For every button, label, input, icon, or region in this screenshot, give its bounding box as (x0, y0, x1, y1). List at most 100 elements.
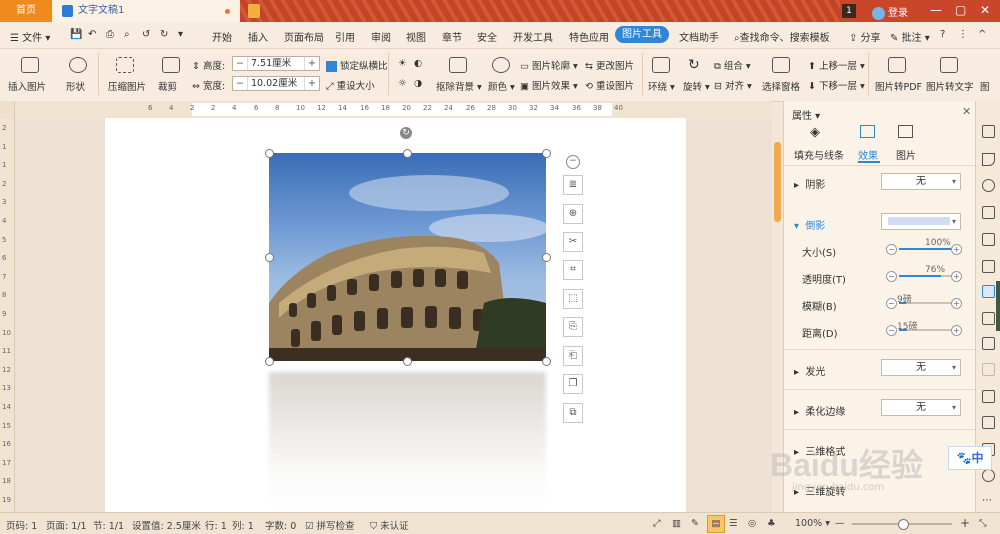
transparency-minus[interactable]: − (886, 271, 897, 282)
table-icon[interactable] (982, 233, 995, 246)
menu-references[interactable]: 引用 (335, 29, 355, 44)
collapse-ribbon-icon[interactable]: ^ (978, 29, 986, 40)
more-side-icon[interactable]: ⋯ (982, 495, 995, 508)
crop-button[interactable]: 裁剪 (158, 79, 177, 93)
rotate-button[interactable]: 旋转 ▾ (683, 79, 710, 93)
align-button[interactable]: ⊟ 对齐 ▾ (714, 78, 752, 92)
resize-handle-top-right[interactable] (542, 149, 551, 158)
compress-button[interactable]: 压缩图片 (108, 79, 146, 93)
picture-outline-button[interactable]: ▭ 图片轮廓 ▾ (520, 58, 578, 72)
page-view-icon[interactable]: ▤ (707, 515, 725, 533)
resize-handle-bottom[interactable] (403, 357, 412, 366)
horizontal-ruler[interactable]: 6 4 2 2 4 6 8 10 12 14 16 18 20 22 24 26 28 30 32 34 36 38 40 (0, 101, 772, 119)
panel-title[interactable]: 属性 ▾ (792, 107, 820, 122)
status-row[interactable]: 行: 1 (205, 518, 227, 532)
rotate-handle-icon[interactable]: ↻ (400, 127, 412, 139)
grid-icon[interactable] (982, 260, 995, 273)
shadow-dropdown[interactable]: 无 (881, 173, 961, 190)
comment-button[interactable]: ✎ 批注 ▾ (890, 29, 930, 44)
auth-status[interactable]: ⛉ 未认证 (370, 518, 409, 532)
status-pages[interactable]: 页面: 1/1 (46, 518, 87, 532)
select-tool-icon[interactable]: ⬚ (563, 289, 583, 309)
menu-view[interactable]: 视图 (406, 29, 426, 44)
minimize-button[interactable]: — (930, 3, 942, 17)
document-icon-side[interactable] (982, 312, 995, 325)
stamp-icon[interactable] (982, 390, 995, 403)
eye-protect-icon[interactable]: ♣ (767, 518, 776, 529)
style-icon[interactable] (982, 125, 995, 138)
soft-edges-section[interactable]: ▸ 柔化边缘 (794, 403, 845, 418)
resize-handle-bottom-left[interactable] (265, 357, 274, 366)
shape-button[interactable]: 形状 (66, 79, 85, 93)
zoom-out-button[interactable]: — (835, 518, 845, 529)
resize-handle-bottom-right[interactable] (542, 357, 551, 366)
crop-tool-icon[interactable]: ⌗ (563, 260, 583, 280)
change-picture-button[interactable]: ⇆ 更改图片 (585, 58, 634, 72)
spell-check-button[interactable]: ☑ 拼写检查 (305, 518, 355, 532)
tab-effect[interactable]: 效果 (858, 147, 878, 162)
picture-text-tool-icon[interactable]: ⎘ (563, 317, 583, 337)
status-section[interactable]: 节: 1/1 (93, 518, 124, 532)
preview-icon[interactable]: ⌕ (124, 29, 130, 40)
menu-review[interactable]: 审阅 (371, 29, 391, 44)
tab-document[interactable]: 文字文稿1 (52, 0, 240, 22)
colosseum-picture[interactable] (269, 153, 546, 361)
tab-home[interactable]: 首页 (0, 0, 52, 22)
soft-edges-dropdown[interactable]: 无 (881, 399, 961, 416)
glow-dropdown[interactable]: 无 (881, 359, 961, 376)
status-words[interactable]: 字数: 0 (265, 518, 296, 532)
menu-security[interactable]: 安全 (477, 29, 497, 44)
vertical-ruler[interactable]: 211234567891011121314151617181920 (0, 118, 15, 523)
menu-file[interactable]: ☰ 文件 ▾ (10, 29, 50, 44)
ribbon-more-button[interactable]: 图 (980, 79, 990, 93)
panel-close-icon[interactable]: ✕ (962, 105, 971, 118)
transparency-plus[interactable]: + (951, 271, 962, 282)
zoom-in-button[interactable]: + (960, 516, 970, 530)
size-slider[interactable] (899, 248, 954, 250)
picture-to-text-button[interactable]: 图片转文字 (926, 79, 974, 93)
shapes-icon[interactable] (982, 179, 995, 192)
wrap-button[interactable]: 环绕 ▾ (648, 79, 675, 93)
menu-special[interactable]: 特色应用 (569, 29, 609, 44)
outline-view-icon[interactable]: ☰ (729, 518, 738, 529)
properties-icon[interactable] (982, 285, 995, 298)
status-page-number[interactable]: 页码: 1 (6, 518, 37, 532)
zoom-slider[interactable] (852, 519, 952, 530)
read-mode-icon[interactable]: ▥ (672, 518, 681, 529)
glow-section[interactable]: ▸ 发光 (794, 363, 825, 378)
menu-chapter[interactable]: 章节 (442, 29, 462, 44)
fit-page-icon[interactable]: ⤡ (979, 518, 987, 529)
shadow-section[interactable]: ▸ 阴影 (794, 176, 825, 191)
share-side-icon[interactable] (982, 337, 995, 350)
width-plus[interactable]: + (304, 77, 319, 90)
tab-fill-line[interactable]: 填充与线条 (794, 147, 844, 162)
ime-indicator[interactable]: 🐾中 (948, 446, 992, 470)
maximize-button[interactable]: ▢ (955, 3, 966, 17)
insert-picture-button[interactable]: 插入图片 (8, 79, 46, 93)
distance-minus[interactable]: − (886, 325, 897, 336)
save-icon[interactable]: 💾 (70, 29, 82, 40)
fullscreen-icon[interactable]: ⤢ (653, 518, 661, 529)
menu-home[interactable]: 开始 (212, 29, 232, 44)
resize-handle-right[interactable] (542, 253, 551, 262)
brightness-down-icon[interactable]: ☼ (398, 78, 407, 89)
search-command[interactable]: ⌕查找命令、搜索模板 (734, 29, 830, 44)
print-icon[interactable]: ⎙ (106, 29, 114, 40)
status-col[interactable]: 列: 1 (232, 518, 254, 532)
size-minus[interactable]: − (886, 244, 897, 255)
redo-icon[interactable]: ↻ (160, 29, 168, 40)
resize-handle-left[interactable] (265, 253, 274, 262)
contrast-down-icon[interactable]: ◑ (414, 78, 422, 89)
width-stepper[interactable]: −10.02厘米 + (232, 76, 320, 91)
zoom-picture-icon[interactable]: ⊕ (563, 204, 583, 224)
undo-history-icon[interactable]: ↶ (88, 29, 96, 40)
login-button[interactable]: 登录 (872, 4, 908, 20)
help-icon[interactable]: ? (940, 29, 945, 40)
more-icon[interactable]: ▾ (178, 29, 183, 40)
pen-icon[interactable] (982, 363, 995, 376)
history-icon[interactable] (982, 469, 995, 482)
brightness-up-icon[interactable]: ☀ (398, 58, 407, 69)
tab-picture[interactable]: 图片 (896, 147, 916, 162)
side-tab-handle[interactable] (996, 281, 1000, 331)
status-setting[interactable]: 设置值: 2.5厘米 (132, 518, 201, 532)
